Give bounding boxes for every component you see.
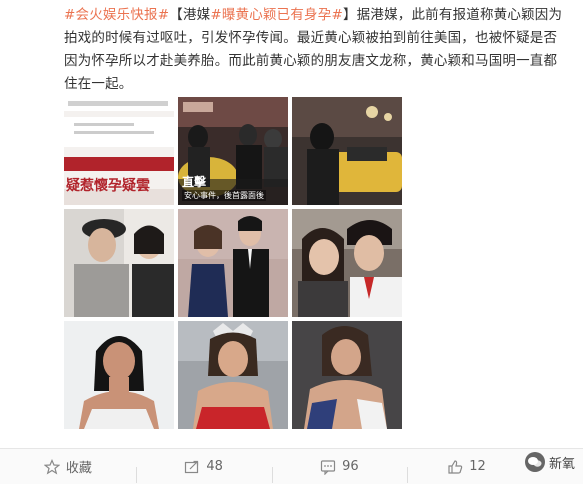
bracket-close: 】 (342, 7, 357, 23)
repost-icon (185, 460, 199, 473)
hashtag-link[interactable]: #会火娱乐快报# (64, 7, 169, 23)
star-icon (43, 458, 60, 475)
collect-label: 收藏 (65, 461, 92, 476)
hashtag-prefix: 港媒 (182, 7, 211, 23)
post-image-7[interactable] (64, 321, 174, 429)
image-grid: 疑惹懷孕疑雲 直擊 安心事件，後首露面後 (64, 97, 402, 429)
watermark-label: 新氧 (548, 456, 575, 472)
watermark: 新氧 (524, 452, 575, 472)
post-image-2[interactable]: 直擊 安心事件，後首露面後 (178, 97, 288, 205)
comment-count: 96 (342, 459, 359, 474)
wechat-logo-icon (524, 452, 545, 472)
like-count: 12 (469, 459, 486, 474)
image-caption-1: 疑惹懷孕疑雲 (66, 178, 150, 194)
comment-button[interactable]: 96 (271, 459, 408, 483)
post-image-9[interactable] (292, 321, 402, 429)
post-text: #会火娱乐快报#【港媒#曝黄心颖已有身孕#】据港媒，此前有报道称黄心颖因为拍戏的… (64, 4, 564, 96)
repost-button[interactable]: 48 (135, 459, 272, 483)
repost-count: 48 (206, 459, 223, 474)
comment-icon (320, 459, 336, 475)
collect-button[interactable]: 收藏 (0, 457, 136, 476)
post-image-5[interactable] (178, 209, 288, 317)
image-caption-2-title: 直擊 (182, 175, 207, 189)
post-image-8[interactable] (178, 321, 288, 429)
thumbs-up-icon (448, 459, 463, 474)
image-caption-2-sub: 安心事件，後首露面後 (182, 190, 266, 201)
hashtag-link-2[interactable]: #曝黄心颖已有身孕# (210, 7, 343, 23)
post-image-3[interactable] (292, 97, 402, 205)
post-image-4[interactable] (64, 209, 174, 317)
bracket-open: 【 (169, 7, 183, 23)
post-image-1[interactable]: 疑惹懷孕疑雲 (64, 97, 174, 205)
post-image-6[interactable] (292, 209, 402, 317)
post-footer: 收藏 48 96 12 (0, 448, 583, 484)
